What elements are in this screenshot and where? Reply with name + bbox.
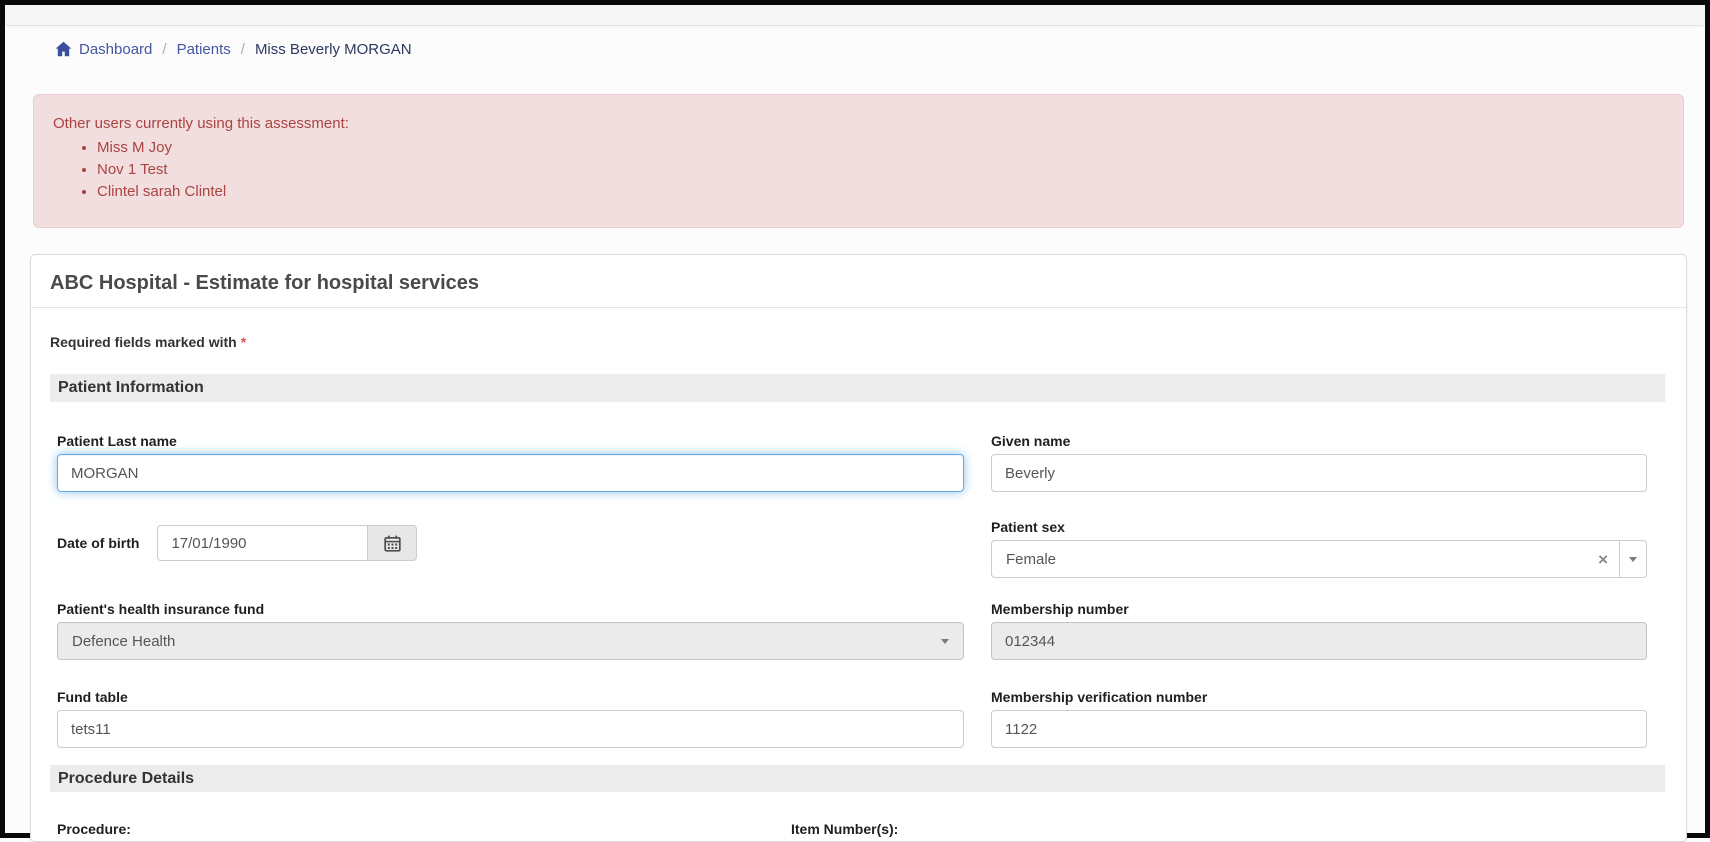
membership-verification-input[interactable]	[991, 710, 1647, 748]
alert-title: Other users currently using this assessm…	[53, 115, 349, 132]
alert-user-list: Miss M Joy Nov 1 Test Clintel sarah Clin…	[53, 137, 1664, 203]
membership-number-label: Membership number	[991, 601, 1129, 617]
section-header-procedure-details: Procedure Details	[50, 765, 1665, 792]
panel-heading: ABC Hospital - Estimate for hospital ser…	[31, 255, 1686, 308]
breadcrumb-patients[interactable]: Patients	[177, 41, 231, 58]
breadcrumb-separator: /	[162, 40, 167, 58]
procedure-label: Procedure:	[57, 821, 131, 837]
patient-last-name-label: Patient Last name	[57, 433, 177, 449]
date-of-birth-group: Date of birth	[57, 525, 964, 561]
breadcrumb-dashboard[interactable]: Dashboard	[55, 41, 152, 58]
calendar-icon	[384, 535, 401, 552]
alert-user-item: Clintel sarah Clintel	[97, 181, 1664, 203]
breadcrumb-separator: /	[240, 40, 245, 58]
alert-user-item: Nov 1 Test	[97, 159, 1664, 181]
health-fund-value: Defence Health	[72, 632, 176, 650]
patient-last-name-input[interactable]	[57, 454, 964, 492]
membership-verification-label: Membership verification number	[991, 689, 1208, 705]
given-name-input[interactable]	[991, 454, 1647, 492]
breadcrumb-dashboard-label: Dashboard	[79, 40, 153, 58]
page-title: ABC Hospital - Estimate for hospital ser…	[50, 272, 480, 294]
given-name-label: Given name	[991, 433, 1071, 449]
other-users-alert: Other users currently using this assessm…	[33, 94, 1684, 228]
clear-x-icon[interactable]: ×	[1587, 551, 1619, 568]
breadcrumb: Dashboard / Patients / Miss Beverly MORG…	[55, 39, 1705, 59]
date-of-birth-input[interactable]	[157, 525, 368, 561]
fund-table-label: Fund table	[57, 689, 128, 705]
alert-user-item: Miss M Joy	[97, 137, 1664, 159]
required-asterisk: *	[240, 334, 247, 350]
patient-sex-label: Patient sex	[991, 519, 1065, 535]
caret-down-icon	[941, 638, 949, 644]
caret-down-icon	[1629, 556, 1637, 562]
item-numbers-label: Item Number(s):	[791, 821, 899, 837]
panel-body: Required fields marked with * Patient Inf…	[31, 308, 1686, 841]
fund-table-input[interactable]	[57, 710, 964, 748]
top-navbar	[5, 5, 1705, 26]
date-picker-button[interactable]	[367, 525, 418, 561]
membership-number-input	[991, 622, 1647, 660]
patient-sex-dropdown-toggle[interactable]	[1619, 541, 1646, 577]
required-fields-note: Required fields marked with *	[50, 334, 247, 350]
section-header-patient-information: Patient Information	[50, 374, 1665, 402]
patient-sex-select[interactable]: Female ×	[991, 540, 1647, 578]
health-fund-select: Defence Health	[57, 622, 964, 660]
patient-sex-value: Female	[1006, 550, 1057, 568]
breadcrumb-patients-label: Patients	[176, 40, 231, 58]
health-fund-label: Patient's health insurance fund	[57, 601, 265, 617]
estimate-panel: ABC Hospital - Estimate for hospital ser…	[30, 254, 1687, 842]
breadcrumb-current-patient[interactable]: Miss Beverly MORGAN	[255, 41, 412, 58]
home-icon	[55, 41, 72, 57]
date-of-birth-label: Date of birth	[57, 535, 140, 551]
